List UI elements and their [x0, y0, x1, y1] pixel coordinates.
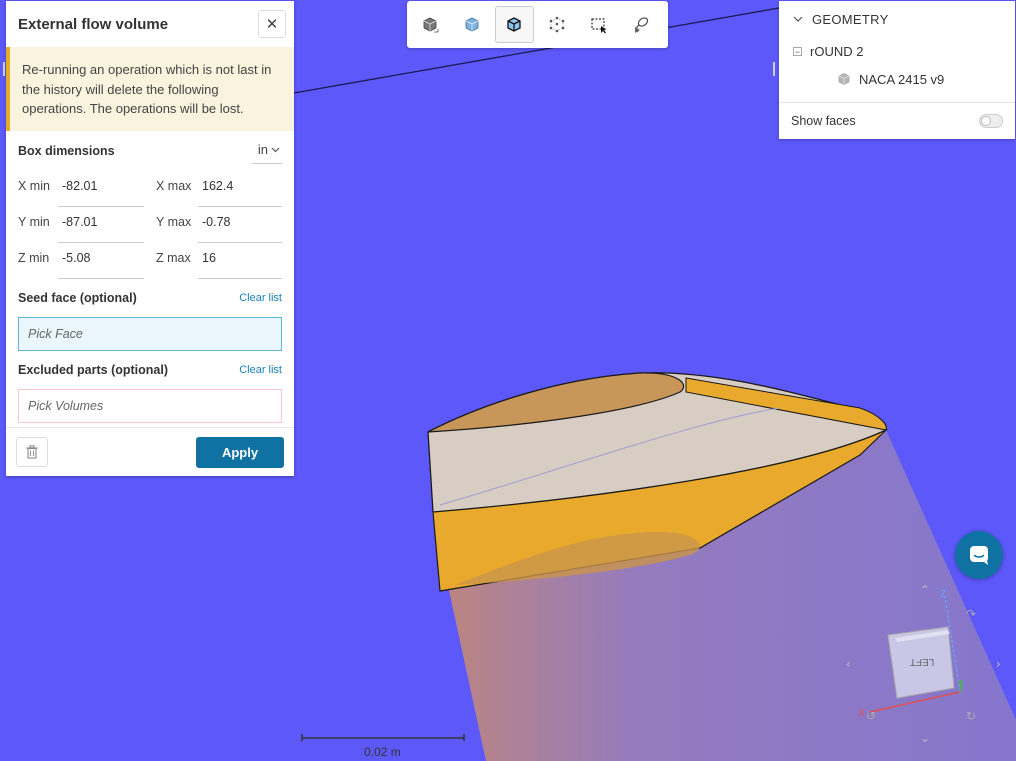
svg-text:↻: ↻: [966, 709, 976, 723]
box-view-tool[interactable]: [411, 6, 449, 43]
cube-solid-icon: [465, 17, 479, 31]
apply-button[interactable]: Apply: [196, 436, 284, 468]
tree-node-child[interactable]: NACA 2415 v9: [779, 65, 1015, 93]
nav-right-icon: ›: [996, 657, 1001, 671]
tree-node-child-label: NACA 2415 v9: [859, 71, 945, 87]
lasso-select-icon: [634, 16, 649, 33]
chat-icon: [970, 546, 988, 565]
view-toolbar: [407, 1, 668, 48]
solid-view-tool[interactable]: [453, 6, 491, 43]
panel-header: External flow volume ✕: [6, 1, 294, 47]
delete-button[interactable]: [16, 437, 48, 467]
zmax-label: Z max: [156, 251, 191, 265]
show-faces-label: Show faces: [791, 114, 856, 128]
chevron-down-icon: [793, 16, 803, 22]
seed-face-picker[interactable]: Pick Face: [18, 317, 282, 351]
scale-label: 0.02 m: [364, 745, 401, 759]
unit-value: in: [257, 142, 268, 157]
warning-banner: Re-running an operation which is not las…: [6, 47, 294, 131]
xmax-input[interactable]: 162.4: [198, 171, 282, 207]
tree-node-root-label: rOUND 2: [810, 43, 864, 59]
trash-icon: [26, 445, 38, 459]
cube-face-label: LEFT: [910, 656, 934, 667]
box-select-tool[interactable]: [580, 6, 618, 43]
operation-panel: External flow volume ✕ Re-running an ope…: [6, 1, 294, 476]
left-resize-handle[interactable]: [3, 62, 5, 76]
close-button[interactable]: ✕: [258, 10, 286, 38]
box-select-icon: [591, 17, 607, 33]
excluded-parts-clear-link[interactable]: Clear list: [239, 364, 282, 376]
part-cube-icon: [838, 73, 850, 85]
ymin-label: Y min: [18, 215, 50, 229]
ymax-label: Y max: [156, 215, 192, 229]
tree-node-root[interactable]: − rOUND 2: [779, 37, 1015, 65]
chat-button[interactable]: [955, 531, 1003, 579]
nav-left-icon: ‹: [846, 657, 851, 671]
excluded-parts-picker[interactable]: Pick Volumes: [18, 389, 282, 423]
cube-edges-icon: [507, 16, 522, 32]
ymax-input[interactable]: -0.78: [198, 207, 282, 243]
show-faces-row: Show faces: [779, 102, 1015, 139]
svg-text:Z: Z: [940, 589, 946, 600]
geometry-header[interactable]: GEOMETRY: [779, 1, 1015, 37]
geometry-tree-panel: GEOMETRY − rOUND 2 NACA 2415 v9 Show fac…: [779, 1, 1015, 139]
ymin-input[interactable]: -87.01: [58, 207, 144, 243]
panel-title: External flow volume: [18, 15, 169, 33]
zmin-label: Z min: [18, 251, 50, 265]
nav-up-icon: ⌃: [920, 583, 930, 597]
svg-text:X: X: [858, 708, 865, 719]
svg-text:↷: ↷: [966, 607, 976, 621]
xmin-label: X min: [18, 179, 50, 193]
xmin-input[interactable]: -82.01: [58, 171, 144, 207]
geometry-header-label: GEOMETRY: [812, 11, 889, 27]
box-dimensions-label: Box dimensions: [18, 144, 115, 158]
unit-select[interactable]: in: [251, 138, 282, 164]
zmax-input[interactable]: 16: [198, 243, 282, 279]
dimensions-grid: X min -82.01 X max 162.4 Y min -87.01 Y …: [18, 171, 282, 279]
chevron-down-icon: [271, 147, 280, 152]
collapse-icon[interactable]: −: [793, 46, 802, 56]
points-view-tool[interactable]: [538, 6, 576, 43]
seed-face-clear-link[interactable]: Clear list: [239, 292, 282, 304]
close-icon: ✕: [265, 16, 279, 33]
xmax-label: X max: [156, 179, 192, 193]
cube-points-icon: [549, 16, 564, 32]
svg-text:Y: Y: [957, 680, 964, 691]
edges-view-tool[interactable]: [495, 6, 534, 43]
right-resize-handle[interactable]: [773, 62, 775, 76]
zmin-input[interactable]: -5.08: [58, 243, 144, 279]
nav-down-icon: ⌄: [920, 731, 930, 745]
seed-face-label: Seed face (optional): [18, 291, 137, 305]
box-view-icon: [423, 17, 439, 32]
svg-text:↺: ↺: [866, 709, 876, 723]
excluded-parts-label: Excluded parts (optional): [18, 363, 169, 377]
panel-footer: Apply: [6, 427, 294, 476]
show-faces-toggle[interactable]: [979, 114, 1003, 128]
lasso-select-tool[interactable]: [622, 6, 660, 43]
